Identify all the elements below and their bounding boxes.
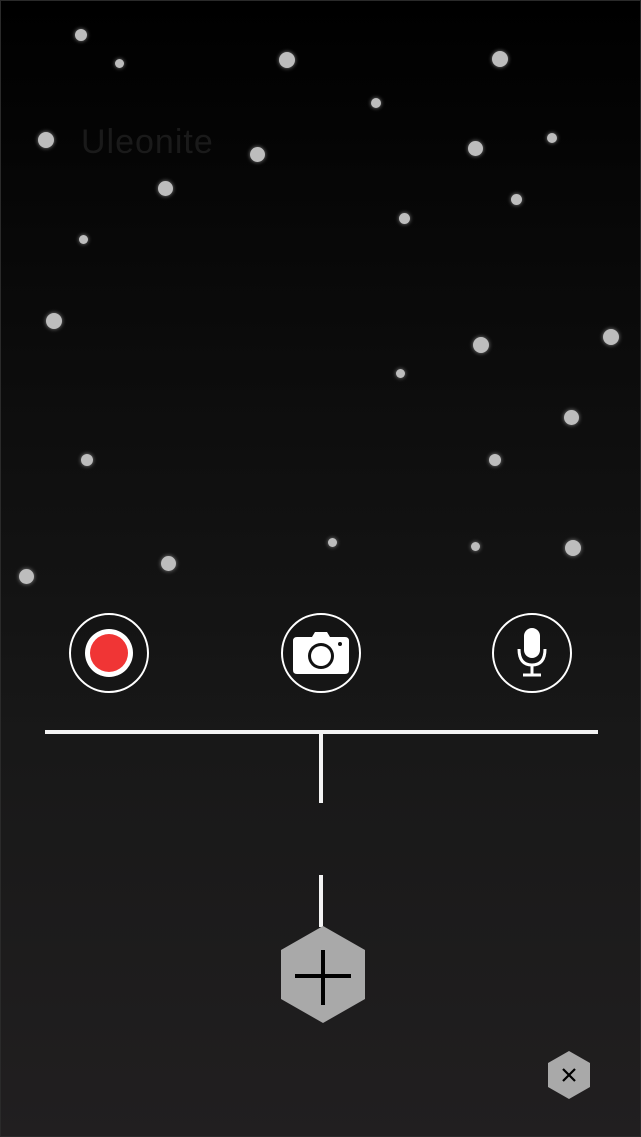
snow-particle — [563, 409, 579, 425]
screen: Uleonite — [0, 0, 641, 1137]
ghost-title: Uleonite — [81, 123, 214, 161]
snow-particle — [249, 146, 265, 162]
snow-particle — [489, 454, 501, 466]
snow-particle — [279, 52, 295, 68]
connector-vertical-line-upper — [319, 734, 323, 803]
record-button[interactable] — [69, 613, 149, 693]
snow-particle — [157, 180, 173, 196]
snow-particle — [603, 329, 619, 345]
snow-particle — [46, 313, 62, 329]
add-hexagon — [281, 926, 365, 1023]
snow-particle — [492, 51, 508, 67]
snow-particle — [470, 541, 480, 551]
snow-particle — [327, 537, 337, 547]
snow-particle — [473, 337, 489, 353]
snow-particle — [160, 555, 176, 571]
record-dot — [90, 634, 128, 672]
camera-button[interactable] — [281, 613, 361, 693]
record-icon — [85, 629, 133, 677]
close-button[interactable] — [547, 1050, 591, 1100]
snow-particle — [371, 98, 381, 108]
snow-particle — [398, 212, 410, 224]
snow-particle — [81, 454, 93, 466]
camera-icon — [293, 632, 349, 674]
snow-particles-layer — [1, 1, 640, 621]
snow-particle — [38, 132, 54, 148]
microphone-button[interactable] — [492, 613, 572, 693]
snow-particle — [78, 234, 88, 244]
connector-vertical-line-lower — [319, 875, 323, 927]
snow-particle — [75, 29, 87, 41]
snow-particle — [395, 368, 405, 378]
snow-particle — [547, 133, 557, 143]
snow-particle — [510, 193, 522, 205]
snow-particle — [18, 568, 34, 584]
snow-particle — [565, 540, 581, 556]
add-button[interactable] — [279, 925, 367, 1025]
snow-particle — [114, 58, 124, 68]
snow-particle — [467, 140, 483, 156]
microphone-icon — [517, 628, 547, 677]
close-hexagon — [548, 1051, 590, 1099]
